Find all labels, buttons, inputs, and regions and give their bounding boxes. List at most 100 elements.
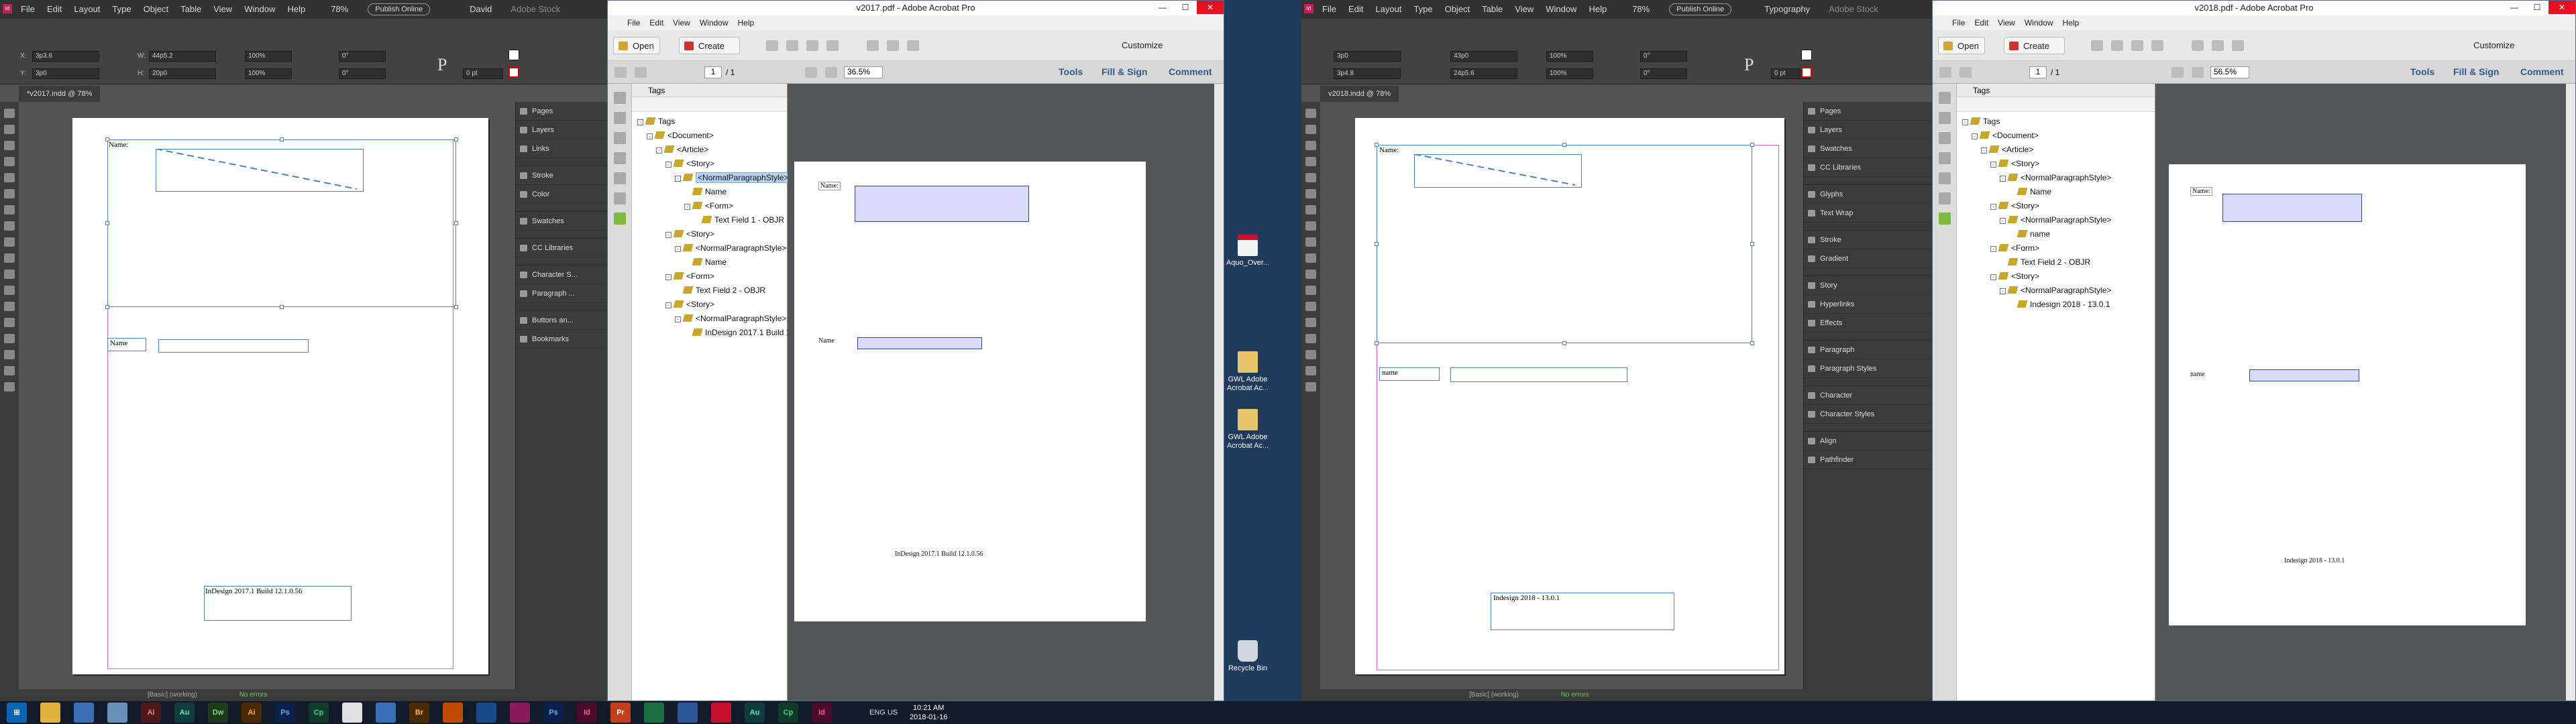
text-wrap-panel[interactable]: Text Wrap (1804, 204, 1932, 223)
desktop-icon-folder-2[interactable]: GWL Adobe Acrobat Ac... (1224, 409, 1271, 450)
pen-tool-icon[interactable] (1305, 221, 1316, 231)
content-collector-icon[interactable] (4, 173, 15, 182)
pdf-text-field-1[interactable] (2222, 194, 2362, 222)
captivate-taskbar-icon-2[interactable]: Cp (778, 703, 798, 723)
file-explorer-icon[interactable] (40, 703, 60, 723)
bookmarks-icon[interactable] (1938, 112, 1951, 124)
expand-toggle-icon[interactable]: - (665, 232, 672, 238)
form-field-2[interactable] (158, 339, 309, 353)
task-view-icon[interactable] (74, 703, 94, 723)
expand-toggle-icon[interactable]: - (675, 316, 681, 322)
tag-tree-node[interactable]: InDesign 2017.1 Build 12.1.0.56 (632, 326, 820, 340)
menu-file[interactable]: File (15, 0, 41, 19)
indesign-taskbar-icon[interactable]: Id (577, 703, 597, 723)
expand-toggle-icon[interactable]: - (1990, 274, 1996, 280)
glyphs-panel[interactable]: Glyphs (1804, 185, 1932, 204)
zoom-tool-icon[interactable] (4, 382, 15, 391)
eyedropper-tool-icon[interactable] (4, 350, 15, 359)
direct-selection-tool-icon[interactable] (4, 125, 15, 134)
menu-help[interactable]: Help (733, 18, 759, 27)
expand-toggle-icon[interactable]: - (665, 274, 672, 280)
menu-table[interactable]: Table (1476, 0, 1509, 19)
menu-view[interactable]: View (207, 0, 238, 19)
edge-taskbar-icon[interactable] (476, 703, 496, 723)
word-taskbar-icon[interactable] (678, 703, 698, 723)
page-number-input[interactable]: 1 (704, 66, 722, 78)
story-panel[interactable]: Story (1804, 276, 1932, 295)
stroke-swatch-icon[interactable] (508, 67, 519, 78)
page-tool-icon[interactable] (4, 141, 15, 150)
workspace-switcher[interactable]: Typography (1758, 0, 1816, 19)
pen-tool-icon[interactable] (4, 221, 15, 231)
rectangle-frame-tool-icon[interactable] (1305, 253, 1316, 263)
menu-edit[interactable]: Edit (1342, 0, 1369, 19)
paragraph-styles-panel[interactable]: Paragraph ... (516, 284, 607, 303)
angle-field[interactable]: 0° (339, 51, 386, 62)
menu-window[interactable]: Window (1540, 0, 1582, 19)
document-tab[interactable]: v2018.indd @ 78% (1320, 86, 1399, 102)
stroke-weight-field[interactable]: 0 pt (463, 68, 503, 79)
page-thumbnails-icon[interactable] (1938, 92, 1951, 104)
pencil-tool-icon[interactable] (1305, 237, 1316, 247)
close-icon[interactable]: ✕ (1197, 1, 1224, 14)
customize-dropdown[interactable]: Customize (1122, 40, 1163, 50)
expand-toggle-icon[interactable]: - (2000, 218, 2006, 224)
sign-icon[interactable] (907, 40, 919, 51)
tag-tree-node[interactable]: - <NormalParagraphStyle> (632, 241, 787, 255)
height-field[interactable]: 20p0 (149, 68, 216, 79)
stock-search-input[interactable]: Adobe Stock (504, 0, 566, 19)
minimize-icon[interactable]: — (1151, 1, 1174, 14)
tools-tab[interactable]: Tools (1059, 66, 1083, 77)
expand-toggle-icon[interactable]: - (647, 133, 653, 139)
expand-toggle-icon[interactable]: - (665, 302, 672, 308)
shear-field[interactable]: 0° (339, 68, 386, 79)
tag-tree-node[interactable]: name (1957, 227, 2155, 241)
menu-window[interactable]: Window (695, 18, 733, 27)
pencil-tool-icon[interactable] (4, 237, 15, 247)
scale-x-field[interactable]: 100% (245, 51, 292, 62)
pdf-text-field-1[interactable] (855, 186, 1029, 222)
save-icon[interactable] (766, 40, 778, 51)
tag-tree-node[interactable]: - <NormalParagraphStyle> (1957, 284, 2155, 298)
expand-toggle-icon[interactable]: - (684, 204, 690, 210)
angle-field[interactable]: 0° (1640, 51, 1687, 62)
menu-edit[interactable]: Edit (41, 0, 68, 19)
menu-file[interactable]: File (623, 18, 645, 27)
captivate-taskbar-icon[interactable]: Cp (309, 703, 329, 723)
hand-tool-icon[interactable] (1305, 366, 1316, 375)
paragraph-panel[interactable]: Paragraph (1804, 341, 1932, 359)
tag-tree-node[interactable]: - <Story> (632, 298, 787, 312)
order-icon[interactable] (1938, 192, 1951, 204)
swatches-panel[interactable]: Swatches (516, 212, 607, 231)
recycle-bin-icon[interactable]: Recycle Bin (1224, 640, 1271, 673)
menu-file[interactable]: File (1947, 18, 1970, 27)
page-number-input[interactable]: 1 (2029, 66, 2047, 78)
tag-tree-node[interactable]: - <Story> (1957, 199, 2155, 213)
content-icon[interactable] (1938, 172, 1951, 184)
photoshop-taskbar-icon[interactable]: Ps (275, 703, 295, 723)
photoshop-taskbar-icon-2[interactable]: Ps (543, 703, 564, 723)
menu-layout[interactable]: Layout (1369, 0, 1407, 19)
attachments-icon[interactable] (1938, 132, 1951, 144)
pdf-text-field-2[interactable] (2249, 369, 2359, 381)
tag-tree-node[interactable]: Indesign 2018 - 13.0.1 (1957, 298, 2155, 312)
width-field[interactable]: 44p5.2 (149, 51, 216, 62)
expand-toggle-icon[interactable]: - (675, 176, 681, 182)
scissors-tool-icon[interactable] (1305, 286, 1316, 295)
eyedropper-tool-icon[interactable] (1305, 350, 1316, 359)
menu-table[interactable]: Table (174, 0, 207, 19)
expand-toggle-icon[interactable]: - (1990, 162, 1996, 168)
swatches-panel[interactable]: Swatches (1804, 139, 1932, 158)
expand-toggle-icon[interactable]: - (2000, 288, 2006, 294)
expand-toggle-icon[interactable]: - (1990, 246, 1996, 252)
indesign-taskbar-icon-2[interactable]: Id (812, 703, 832, 723)
menu-window[interactable]: Window (238, 0, 281, 19)
illustrator-taskbar-icon-2[interactable]: Ai (241, 703, 262, 723)
create-button[interactable]: Create (2004, 37, 2065, 54)
comment-icon[interactable] (887, 40, 899, 51)
page-thumbnails-icon[interactable] (613, 92, 626, 104)
fill-sign-tab[interactable]: Fill & Sign (1102, 66, 1147, 77)
fill-swatch-icon[interactable] (1801, 50, 1812, 60)
effects-panel[interactable]: Effects (1804, 314, 1932, 333)
bookmarks-icon[interactable] (613, 112, 626, 124)
